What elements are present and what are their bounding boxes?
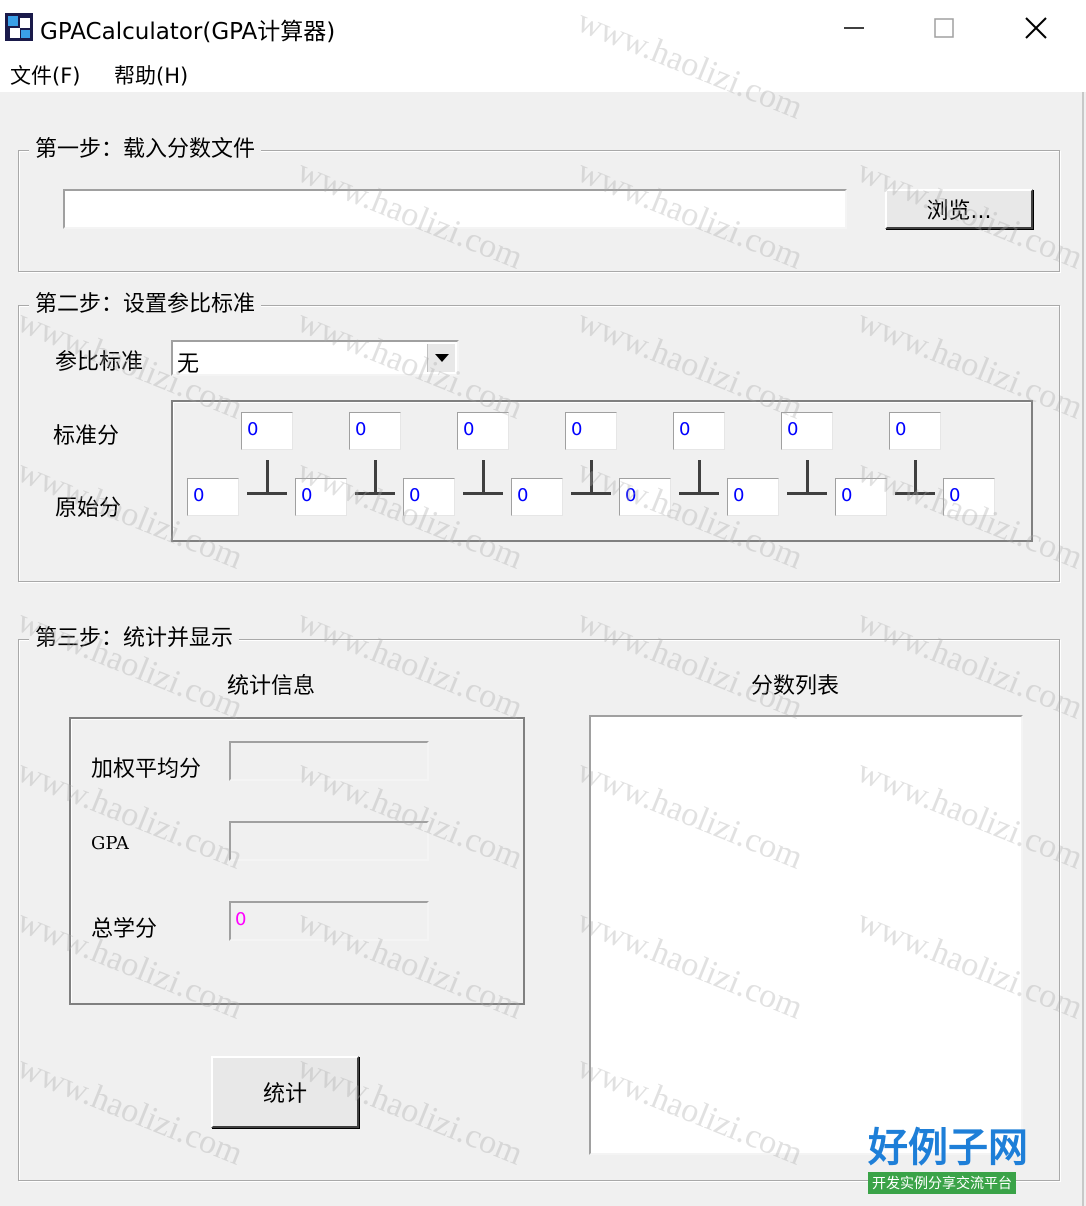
weighted-avg-field[interactable] xyxy=(229,741,429,781)
compute-button[interactable]: 统计 xyxy=(211,1056,359,1128)
standard-score-field[interactable]: 0 xyxy=(781,412,833,450)
standard-label: 参比标准 xyxy=(55,350,144,375)
score-mapping-panel: 0 0 0 0 0 0 0 0 0 0 0 0 0 0 0 xyxy=(171,400,1033,542)
standard-score-field[interactable]: 0 xyxy=(673,412,725,450)
score-list[interactable] xyxy=(589,715,1023,1155)
menu-bar: 文件(F) 帮助(H) xyxy=(0,56,1086,92)
close-button[interactable] xyxy=(990,0,1082,56)
minimize-button[interactable] xyxy=(808,0,900,56)
connector-line xyxy=(374,460,377,492)
connector-line xyxy=(914,460,917,492)
weighted-avg-label: 加权平均分 xyxy=(91,757,202,782)
app-icon xyxy=(5,13,33,41)
total-credit-label: 总学分 xyxy=(91,917,158,942)
gpa-label: GPA xyxy=(91,833,129,854)
brand-logo-subtitle: 开发实例分享交流平台 xyxy=(868,1172,1016,1194)
raw-score-field[interactable]: 0 xyxy=(619,478,671,516)
standard-score-label: 标准分 xyxy=(53,424,120,449)
maximize-button[interactable] xyxy=(898,0,990,56)
raw-score-field[interactable]: 0 xyxy=(187,478,239,516)
window-title: GPACalculator(GPA计算器) xyxy=(40,19,336,45)
chevron-down-icon xyxy=(434,354,449,362)
standard-score-field[interactable]: 0 xyxy=(565,412,617,450)
step3-group: 第三步：统计并显示 统计信息 分数列表 加权平均分 GPA 总学分 0 统计 xyxy=(18,623,1060,1181)
stats-panel: 加权平均分 GPA 总学分 0 xyxy=(69,717,525,1005)
connector-line xyxy=(698,460,701,492)
gpa-field[interactable] xyxy=(229,821,429,861)
menu-help[interactable]: 帮助(H) xyxy=(114,60,188,90)
total-credit-field[interactable]: 0 xyxy=(229,901,429,941)
raw-score-field[interactable]: 0 xyxy=(727,478,779,516)
minimize-icon xyxy=(844,27,864,29)
raw-score-field[interactable]: 0 xyxy=(943,478,995,516)
connector-line xyxy=(355,492,395,495)
connector-line xyxy=(266,460,269,492)
title-bar[interactable]: GPACalculator(GPA计算器) xyxy=(0,0,1086,56)
client-area: 第一步：载入分数文件 浏览... 第二步：设置参比标准 参比标准 无 标准分 原… xyxy=(0,3,1086,1206)
connector-line xyxy=(463,492,503,495)
standard-score-field[interactable]: 0 xyxy=(241,412,293,450)
connector-line xyxy=(679,492,719,495)
brand-logo: 好例子网 开发实例分享交流平台 xyxy=(868,1124,1048,1196)
step2-title: 第二步：设置参比标准 xyxy=(29,289,262,321)
connector-line xyxy=(806,460,809,492)
browse-button[interactable]: 浏览... xyxy=(885,189,1033,229)
connector-line xyxy=(482,460,485,492)
standard-select-value: 无 xyxy=(177,352,200,377)
dropdown-button[interactable] xyxy=(427,344,455,372)
step2-group: 第二步：设置参比标准 参比标准 无 标准分 原始分 0 0 0 0 0 0 0 xyxy=(18,289,1060,582)
connector-line xyxy=(787,492,827,495)
raw-score-label: 原始分 xyxy=(55,496,122,521)
file-path-input[interactable] xyxy=(63,189,847,229)
raw-score-field[interactable]: 0 xyxy=(403,478,455,516)
standard-score-field[interactable]: 0 xyxy=(889,412,941,450)
connector-line xyxy=(247,492,287,495)
maximize-icon xyxy=(934,18,954,38)
list-heading: 分数列表 xyxy=(751,674,840,699)
step3-title: 第三步：统计并显示 xyxy=(29,623,240,655)
raw-score-field[interactable]: 0 xyxy=(511,478,563,516)
brand-logo-text: 好例子网 xyxy=(868,1126,1028,1170)
connector-line xyxy=(895,492,935,495)
close-icon xyxy=(1025,17,1047,39)
stats-heading: 统计信息 xyxy=(227,674,316,699)
connector-line xyxy=(590,460,593,492)
step1-group: 第一步：载入分数文件 浏览... xyxy=(18,134,1060,272)
standard-score-field[interactable]: 0 xyxy=(457,412,509,450)
connector-line xyxy=(571,492,611,495)
step1-title: 第一步：载入分数文件 xyxy=(29,134,262,166)
standard-score-field[interactable]: 0 xyxy=(349,412,401,450)
standard-select[interactable]: 无 xyxy=(171,340,459,377)
raw-score-field[interactable]: 0 xyxy=(835,478,887,516)
raw-score-field[interactable]: 0 xyxy=(295,478,347,516)
menu-file[interactable]: 文件(F) xyxy=(10,60,80,90)
